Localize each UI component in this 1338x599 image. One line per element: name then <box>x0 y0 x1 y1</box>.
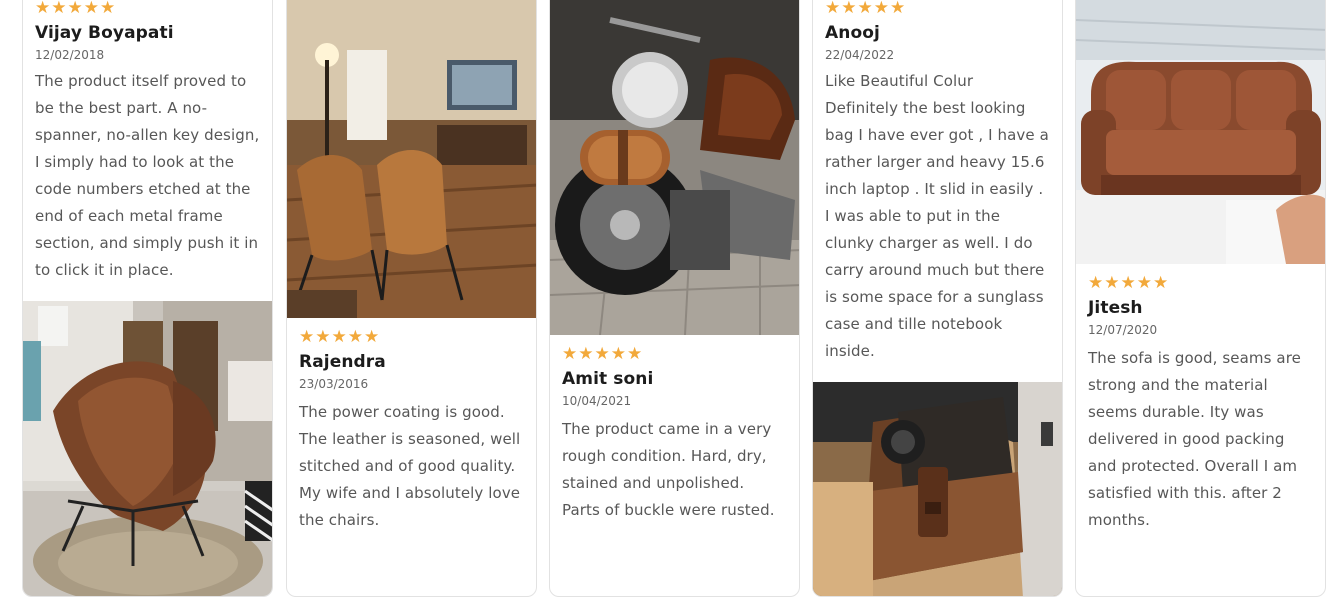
review-card: ★ ★ ★ ★ ★ Anooj 22/04/2022 Like Beautifu… <box>812 0 1063 597</box>
star-icon: ★ <box>315 327 331 347</box>
star-icon: ★ <box>299 327 315 347</box>
star-icon: ★ <box>627 344 643 364</box>
review-date: 23/03/2016 <box>299 377 369 391</box>
review-photo[interactable] <box>1076 0 1325 264</box>
star-icon: ★ <box>100 0 116 18</box>
star-icon: ★ <box>1088 273 1104 293</box>
rating-stars: ★ ★ ★ ★ ★ <box>825 0 1050 17</box>
star-icon: ★ <box>562 344 578 364</box>
star-icon: ★ <box>51 0 67 18</box>
rating-stars: ★ ★ ★ ★ ★ <box>562 345 787 363</box>
review-date: 22/04/2022 <box>825 48 895 62</box>
review-date: 10/04/2021 <box>562 394 632 408</box>
reviewer-name: Anooj <box>825 23 880 43</box>
star-icon: ★ <box>83 0 99 18</box>
reviewer-name: Amit soni <box>562 369 654 389</box>
review-card: ★ ★ ★ ★ ★ Jitesh 12/07/2020 The sofa is … <box>1075 0 1326 597</box>
rating-stars: ★ ★ ★ ★ ★ <box>35 0 260 17</box>
star-icon: ★ <box>610 344 626 364</box>
review-photo[interactable] <box>23 301 272 596</box>
star-icon: ★ <box>873 0 889 18</box>
rating-stars: ★ ★ ★ ★ ★ <box>299 328 524 346</box>
star-icon: ★ <box>578 344 594 364</box>
star-icon: ★ <box>594 344 610 364</box>
review-text: Like Beautiful Colur Definitely the best… <box>825 72 1049 360</box>
star-icon: ★ <box>890 0 906 18</box>
star-icon: ★ <box>67 0 83 18</box>
review-card: ★ ★ ★ ★ ★ Vijay Boyapati 12/02/2018 The … <box>22 0 273 597</box>
review-text: The power coating is good. The leather i… <box>299 403 521 529</box>
reviewer-name: Jitesh <box>1088 298 1143 318</box>
star-icon: ★ <box>1136 273 1152 293</box>
review-text: The sofa is good, seams are strong and t… <box>1088 349 1301 529</box>
review-text: The product came in a very rough conditi… <box>562 420 775 519</box>
messenger-bag-image <box>813 382 1062 596</box>
review-photo[interactable] <box>550 0 799 335</box>
reviewer-name: Rajendra <box>299 352 386 372</box>
star-icon: ★ <box>1153 273 1169 293</box>
butterfly-chair-image <box>23 301 272 596</box>
star-icon: ★ <box>825 0 841 18</box>
review-photo[interactable] <box>813 382 1062 596</box>
star-icon: ★ <box>1104 273 1120 293</box>
motorcycle-tool-roll-image <box>550 0 799 335</box>
star-icon: ★ <box>841 0 857 18</box>
reviewer-name: Vijay Boyapati <box>35 23 174 43</box>
star-icon: ★ <box>331 327 347 347</box>
dining-room-chairs-image <box>287 0 536 318</box>
review-date: 12/02/2018 <box>35 48 105 62</box>
star-icon: ★ <box>347 327 363 347</box>
leather-sofa-image <box>1076 0 1325 264</box>
review-card: ★ ★ ★ ★ ★ Rajendra 23/03/2016 The power … <box>286 0 537 597</box>
star-icon: ★ <box>364 327 380 347</box>
review-photo[interactable] <box>287 0 536 318</box>
star-icon: ★ <box>35 0 51 18</box>
star-icon: ★ <box>857 0 873 18</box>
review-card: ★ ★ ★ ★ ★ Amit soni 10/04/2021 The produ… <box>549 0 800 597</box>
review-date: 12/07/2020 <box>1088 323 1158 337</box>
star-icon: ★ <box>1120 273 1136 293</box>
review-text: The product itself proved to be the best… <box>35 72 260 279</box>
rating-stars: ★ ★ ★ ★ ★ <box>1088 274 1313 292</box>
